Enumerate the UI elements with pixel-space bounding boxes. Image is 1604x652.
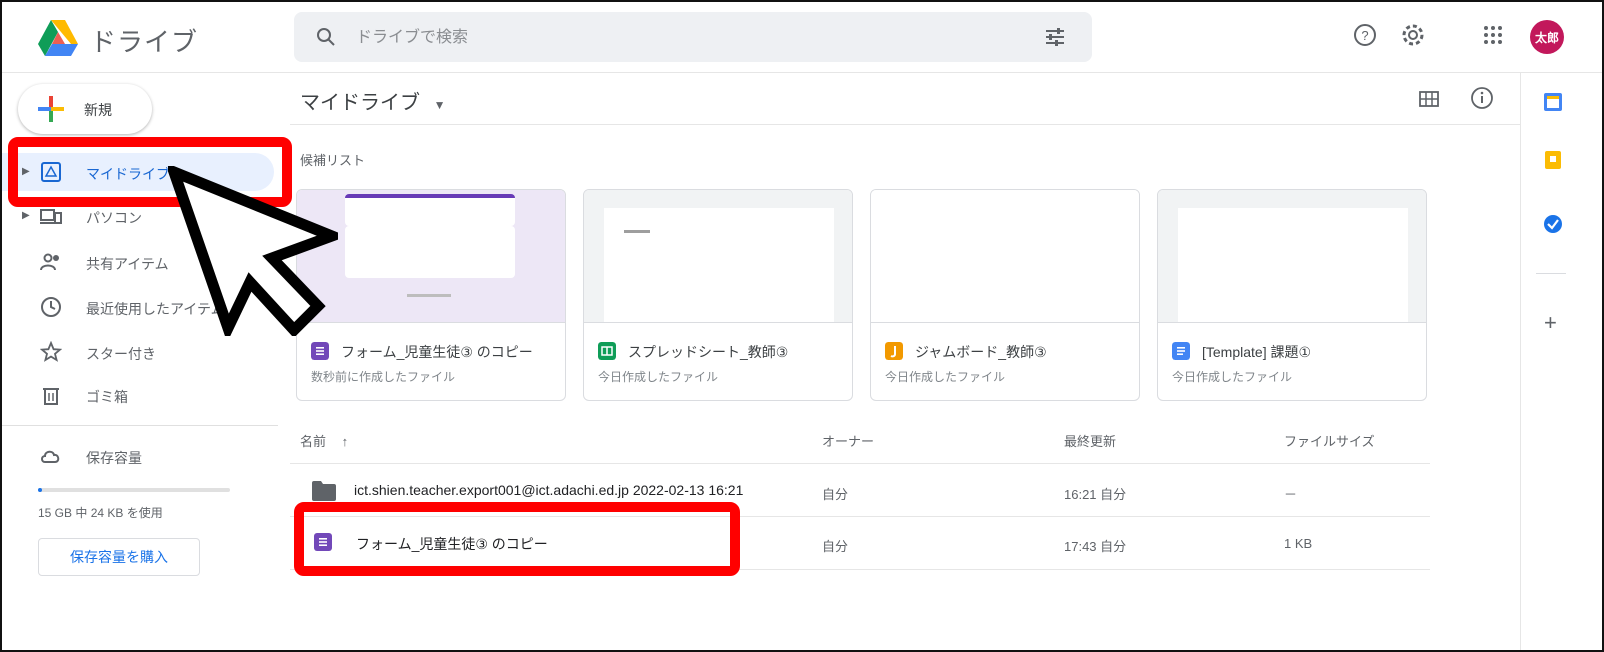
storage-usage-bar — [38, 488, 230, 492]
grid-view-icon[interactable] — [1418, 88, 1440, 110]
chevron-down-icon: ▼ — [433, 98, 446, 112]
app-title: ドライブ — [90, 27, 199, 57]
side-panel-divider — [1520, 72, 1521, 650]
cloud-icon — [41, 450, 60, 463]
shared-icon — [40, 253, 59, 271]
sidebar-item-storage[interactable]: 保存容量 — [2, 437, 274, 475]
suggested-file-card[interactable]: [Template] 課題① 今日作成したファイル — [1157, 189, 1427, 401]
storage-usage-fill — [38, 488, 42, 492]
calendar-icon[interactable] — [1543, 92, 1563, 112]
column-header-owner[interactable]: オーナー — [822, 431, 874, 450]
svg-text:?: ? — [1361, 28, 1368, 43]
info-icon[interactable] — [1470, 86, 1494, 110]
file-size: － — [1284, 487, 1298, 502]
card-title: スプレッドシート_教師③ — [628, 344, 789, 360]
top-bar: ドライブ ? 太郎 — [2, 2, 1602, 73]
expand-arrow-icon[interactable]: ▶ — [22, 210, 30, 221]
card-subtitle: 今日作成したファイル — [885, 370, 1006, 384]
settings-gear-icon[interactable] — [1400, 22, 1426, 48]
new-button[interactable]: 新規 — [18, 84, 152, 134]
column-header-size[interactable]: ファイルサイズ — [1284, 431, 1375, 450]
side-panel-separator — [1536, 273, 1566, 274]
plus-icon — [38, 96, 64, 122]
card-title: フォーム_児童生徒③ のコピー — [341, 344, 533, 360]
sidebar-item-label: ゴミ箱 — [86, 389, 128, 405]
file-name: ict.shien.teacher.export001@ict.adachi.e… — [354, 482, 744, 498]
tasks-icon[interactable] — [1543, 214, 1563, 234]
card-subtitle: 数秒前に作成したファイル — [311, 370, 456, 384]
search-bar[interactable] — [294, 12, 1092, 64]
file-modified: 16:21 自分 — [1064, 487, 1127, 502]
card-title: ジャムボード_教師③ — [915, 344, 1047, 360]
highlight-box-form-copy — [294, 502, 740, 576]
card-title: [Template] 課題① — [1202, 344, 1312, 360]
account-avatar[interactable]: 太郎 — [1530, 20, 1564, 54]
breadcrumb-my-drive[interactable]: マイドライブ ▼ — [300, 86, 445, 115]
star-icon — [40, 341, 62, 362]
search-options-icon[interactable] — [1044, 26, 1066, 48]
column-header-label: 名前 — [300, 434, 327, 449]
add-addon-plus-icon[interactable]: + — [1544, 310, 1557, 336]
suggested-file-card[interactable]: ジャムボード_教師③ 今日作成したファイル — [870, 189, 1140, 401]
suggested-file-card[interactable]: スプレッドシート_教師③ 今日作成したファイル — [583, 189, 853, 401]
page-title: マイドライブ — [300, 92, 420, 114]
mouse-pointer-icon — [168, 166, 338, 336]
card-subtitle: 今日作成したファイル — [1172, 370, 1293, 384]
table-divider — [290, 463, 1430, 464]
card-subtitle: 今日作成したファイル — [598, 370, 719, 384]
apps-grid-icon[interactable] — [1480, 22, 1506, 48]
sidebar-item-label: スター付き — [86, 346, 156, 362]
help-icon[interactable]: ? — [1352, 22, 1378, 48]
sidebar-item-label: パソコン — [86, 210, 142, 226]
storage-usage-text: 15 GB 中 24 KB を使用 — [38, 506, 163, 520]
file-thumbnail — [1158, 190, 1426, 323]
file-thumbnail — [584, 190, 852, 323]
file-modified: 17:43 自分 — [1064, 539, 1127, 554]
sort-arrow-up-icon[interactable]: ↑ — [342, 434, 349, 449]
sidebar-divider — [2, 425, 278, 426]
drive-logo-icon[interactable] — [38, 20, 78, 56]
keep-icon[interactable] — [1543, 150, 1563, 170]
column-header-modified[interactable]: 最終更新 — [1064, 431, 1116, 450]
trash-icon — [43, 388, 59, 405]
sidebar-item-label: 共有アイテム — [86, 256, 169, 272]
sheets-icon — [598, 342, 616, 360]
column-header-name[interactable]: 名前 ↑ — [300, 431, 348, 450]
forms-icon — [311, 342, 329, 360]
file-owner: 自分 — [822, 487, 849, 502]
sidebar-item-label: 保存容量 — [86, 450, 142, 466]
file-owner: 自分 — [822, 539, 849, 554]
main-divider — [290, 124, 1520, 125]
search-input[interactable] — [354, 12, 1018, 64]
new-button-label: 新規 — [84, 102, 112, 118]
buy-storage-button[interactable]: 保存容量を購入 — [38, 538, 200, 576]
search-icon[interactable] — [314, 25, 338, 49]
jamboard-icon — [885, 342, 903, 360]
docs-icon — [1172, 342, 1190, 360]
sidebar-item-trash[interactable]: ゴミ箱 — [2, 376, 274, 414]
sidebar-item-starred[interactable]: スター付き — [2, 333, 274, 371]
computer-icon — [40, 209, 62, 224]
file-size: 1 KB — [1284, 536, 1313, 551]
folder-icon — [312, 481, 336, 501]
file-thumbnail — [871, 190, 1139, 323]
clock-icon — [41, 297, 61, 317]
